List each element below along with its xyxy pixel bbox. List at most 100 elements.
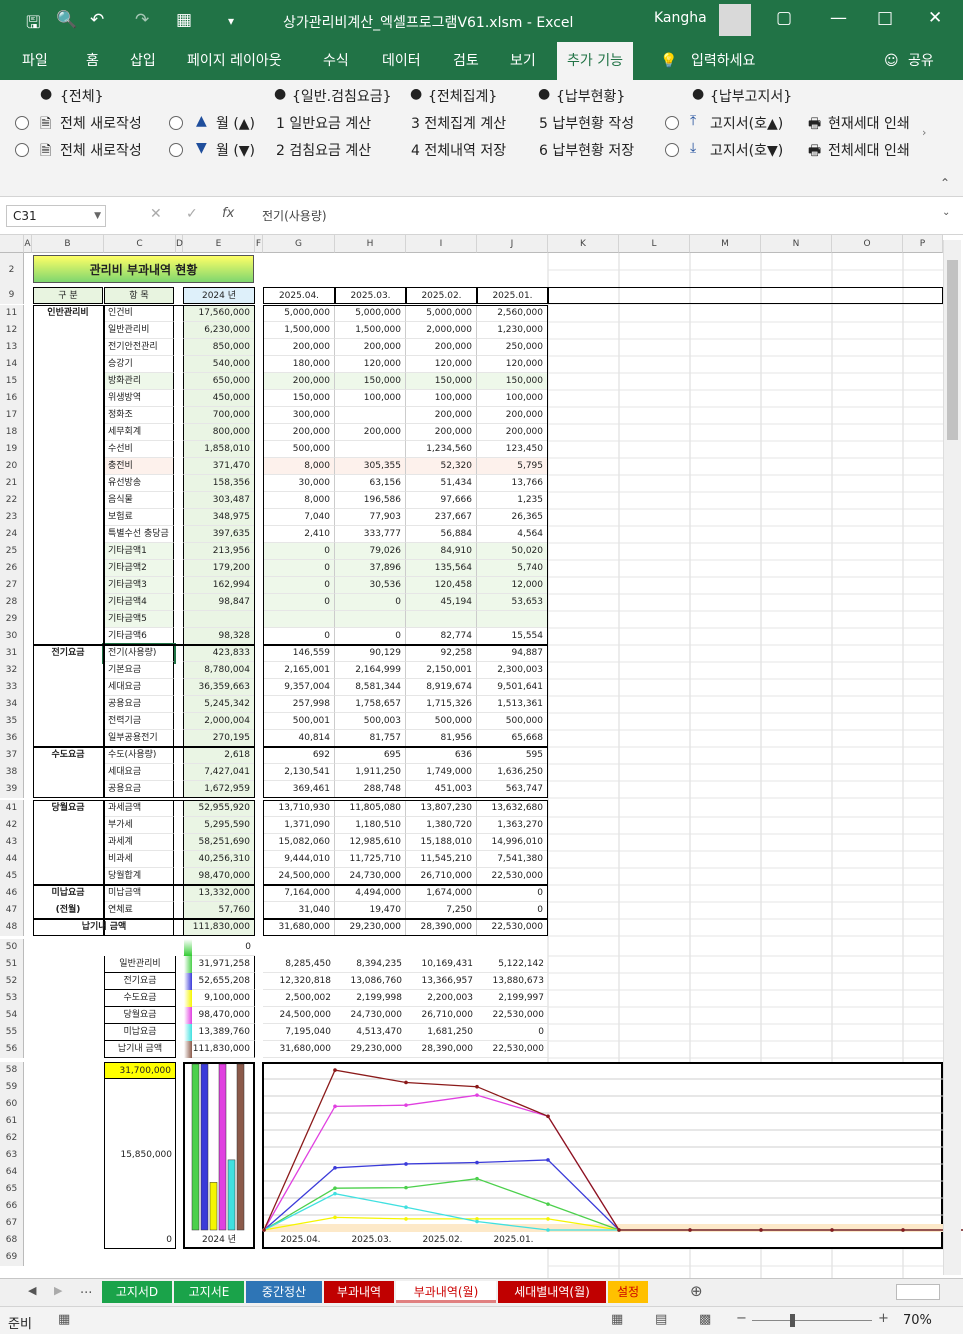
group-payment: {납부현황} (556, 89, 626, 105)
bar-4 (227, 1159, 236, 1231)
tab-data[interactable]: 데이터 (382, 42, 421, 80)
maximize-icon[interactable]: □ (877, 8, 893, 28)
fx-icon[interactable]: fx (222, 206, 234, 221)
undo-icon[interactable]: ↶ (90, 10, 104, 30)
worksheet-grid[interactable]: A B C D E F G H I J K L M N O P 2 9 11 12 13 14 15 16 17 18 19 20 21… (0, 235, 963, 1278)
add-sheet-icon[interactable]: ⊕ (690, 1282, 703, 1300)
first-icon: ⤒ (690, 113, 697, 129)
lightbulb-icon: 💡 (660, 53, 678, 69)
line-point (333, 1186, 337, 1190)
zoom-in-icon[interactable]: + (878, 1311, 889, 1326)
radio-all-1[interactable] (15, 116, 29, 130)
tab-formulas[interactable]: 수식 (323, 42, 349, 80)
line-point (546, 1217, 550, 1221)
calc-total-button[interactable]: 3 전체집계 계산 (411, 113, 506, 133)
tab-review[interactable]: 검토 (453, 42, 479, 80)
radio-all-2[interactable] (15, 143, 29, 157)
group-general: {일반.검침요금} (292, 89, 392, 105)
avatar[interactable] (719, 4, 751, 36)
save-payment-button[interactable]: 6 납부현황 저장 (539, 140, 634, 160)
line-point (333, 1166, 337, 1170)
red-bulb-icon: ● (40, 86, 53, 102)
formula-input[interactable]: 전기(사용량) (262, 207, 327, 224)
sheet-tab[interactable]: 설정 (608, 1281, 648, 1303)
ribbon-display-icon[interactable]: ▢ (776, 8, 792, 28)
print-all-button[interactable]: 전체세대 인쇄 (828, 140, 920, 160)
redo-icon[interactable]: ↷ (135, 10, 149, 30)
customize-qat-icon[interactable]: ▾ (228, 14, 234, 28)
month-up-button[interactable]: 월 (▲) (216, 113, 255, 133)
user-name: Kangha (654, 10, 707, 26)
zoom-slider[interactable] (752, 1320, 872, 1321)
more-sheets[interactable]: ... (80, 1282, 92, 1297)
tab-page-layout[interactable]: 페이지 레이아웃 (187, 42, 282, 80)
calc-meter-button[interactable]: 2 검침요금 계산 (276, 140, 371, 160)
tab-addins[interactable]: 추가 기능 (557, 42, 633, 80)
yellow-bulb-icon: ● (274, 86, 287, 102)
bar-5 (236, 1063, 245, 1231)
page-layout-icon[interactable]: ▤ (655, 1312, 667, 1327)
close-icon[interactable]: ✕ (928, 8, 942, 28)
calc-general-button[interactable]: 1 일반요금 계산 (276, 113, 371, 133)
normal-view-icon[interactable]: ▦ (611, 1312, 623, 1327)
bar-1 (200, 1063, 209, 1231)
prev-sheet-icon[interactable]: ◀ (28, 1284, 36, 1297)
table-icon[interactable]: ▦ (176, 10, 192, 30)
sheet-tab[interactable]: 세대별내역(월) (498, 1281, 606, 1303)
notice-up-button[interactable]: 고지서(호▲) (710, 113, 783, 133)
minimize-icon[interactable]: — (830, 8, 847, 28)
line-series-5 (263, 1069, 963, 1231)
share-button[interactable]: 공유 (908, 42, 934, 80)
line-point (546, 1202, 550, 1206)
print-current-button[interactable]: 현재세대 인쇄 (828, 113, 920, 133)
line-point (688, 1228, 692, 1232)
radio-month-down[interactable] (169, 143, 183, 157)
line-point (546, 1114, 550, 1119)
tab-file[interactable]: 파일 (22, 42, 48, 80)
radio-notice-down[interactable] (665, 143, 679, 157)
tab-home[interactable]: 홈 (86, 42, 99, 80)
hscroll[interactable] (896, 1284, 940, 1300)
zoom-out-icon[interactable]: − (736, 1311, 747, 1326)
line-point (333, 1104, 337, 1109)
sheet-tabs-bar: ◀ ▶ ... 고지서D 고지서E 중간정산 부과내역 부과내역(월) 세대별내역(월) 설… (0, 1278, 963, 1306)
name-box[interactable]: C31 ▼ (6, 205, 106, 227)
month-down-button[interactable]: 월 (▼) (216, 140, 255, 160)
new-all-button-2[interactable]: 전체 새로작성 (60, 140, 142, 160)
person-icon: ☺ (884, 53, 899, 69)
make-payment-button[interactable]: 5 납부현황 작성 (539, 113, 634, 133)
sheet-tab[interactable]: 부과내역 (324, 1281, 394, 1303)
notice-down-button[interactable]: 고지서(호▼) (710, 140, 783, 160)
page-break-icon[interactable]: ▩ (699, 1312, 711, 1327)
macro-record-icon[interactable]: ▦ (58, 1312, 70, 1327)
sheet-tab[interactable]: 고지서E (174, 1281, 244, 1303)
save-icon[interactable]: 🖫 (26, 10, 40, 39)
radio-month-up[interactable] (169, 116, 183, 130)
bar-3 (218, 1063, 227, 1231)
tell-me-input[interactable]: 입력하세요 (691, 42, 755, 80)
line-point (404, 1080, 408, 1085)
collapse-ribbon-icon[interactable]: ⌃ (940, 176, 950, 190)
scroll-thumb[interactable] (947, 260, 958, 440)
zoom-thumb[interactable] (790, 1314, 795, 1327)
doc-icon: 🗎 (40, 116, 52, 132)
expand-formula-icon[interactable]: ⌄ (942, 207, 950, 218)
tab-view[interactable]: 보기 (510, 42, 536, 80)
sheet-tab[interactable]: 부과내역(월) (396, 1281, 496, 1303)
line-point (830, 1228, 834, 1232)
sheet-tab[interactable]: 중간정산 (246, 1281, 322, 1303)
new-all-button[interactable]: 전체 새로작성 (60, 113, 142, 133)
line-point (475, 1093, 479, 1097)
radio-notice-up[interactable] (665, 116, 679, 130)
cancel-icon[interactable]: ✕ (150, 206, 162, 222)
last-icon: ⤓ (690, 140, 697, 156)
tab-insert[interactable]: 삽입 (130, 42, 156, 80)
enter-icon[interactable]: ✓ (186, 206, 198, 222)
zoom-level[interactable]: 70% (903, 1313, 932, 1328)
print-preview-icon[interactable]: 🔍 (56, 10, 77, 30)
sheet-tab[interactable]: 고지서D (102, 1281, 172, 1303)
save-all-button[interactable]: 4 전체내역 저장 (411, 140, 506, 160)
vertical-scrollbar[interactable] (943, 240, 961, 1275)
ribbon-scroll-icon[interactable]: › (922, 126, 926, 139)
next-sheet-icon[interactable]: ▶ (54, 1284, 62, 1297)
